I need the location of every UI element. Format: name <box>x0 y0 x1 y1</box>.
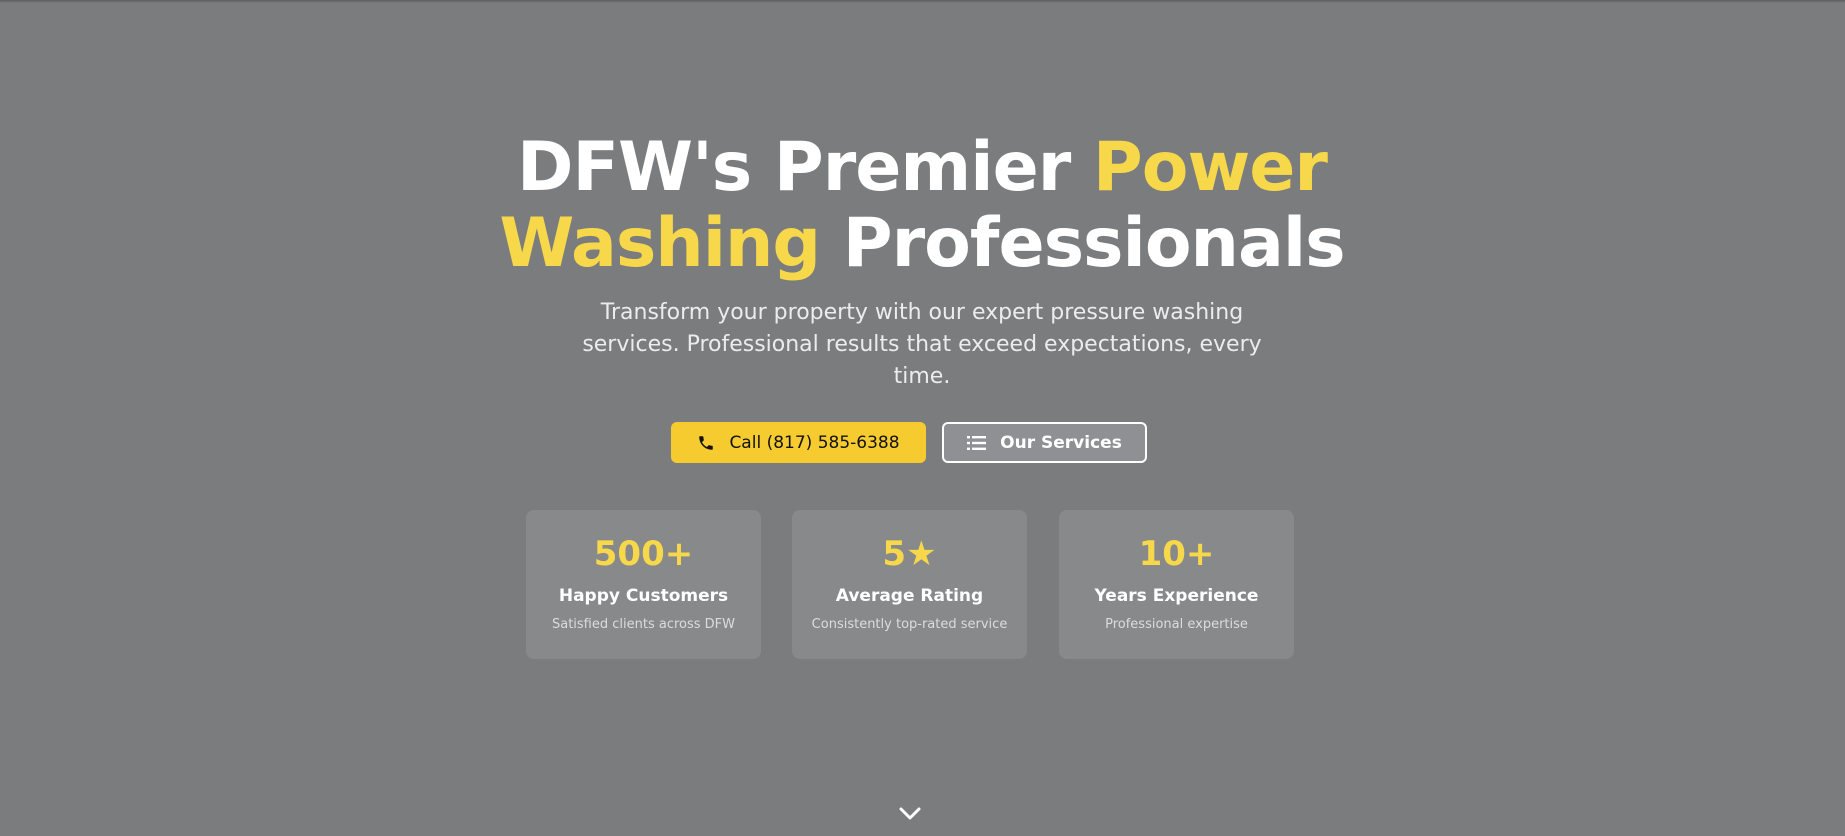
list-icon <box>967 435 987 451</box>
stat-label: Happy Customers <box>558 586 729 606</box>
stat-card-rating: 5★ Average Rating Consistently top-rated… <box>792 510 1027 659</box>
headline-part2: Professionals <box>820 204 1346 283</box>
headline-accent-washing: Washing <box>499 204 821 283</box>
call-button[interactable]: Call (817) 585-6388 <box>671 422 926 463</box>
stat-card-experience: 10+ Years Experience Professional expert… <box>1059 510 1294 659</box>
stat-value: 10+ <box>1138 534 1215 574</box>
stat-description: Satisfied clients across DFW <box>551 617 736 632</box>
stat-description: Professional expertise <box>1105 617 1248 632</box>
call-button-label: Call (817) 585-6388 <box>729 432 900 453</box>
hero-subtitle: Transform your property with our expert … <box>582 300 1262 389</box>
hero-headline: DFW's Premier Power Washing Professionals <box>422 130 1422 282</box>
stat-description: Consistently top-rated service <box>811 617 1008 632</box>
stat-card-customers: 500+ Happy Customers Satisfied clients a… <box>526 510 761 659</box>
stats-row: 500+ Happy Customers Satisfied clients a… <box>526 510 1294 659</box>
phone-icon <box>697 434 715 452</box>
chevron-down-icon[interactable] <box>898 806 922 822</box>
hero-section: DFW's Premier Power Washing Professionals… <box>0 0 1845 836</box>
services-button-label: Our Services <box>1000 432 1122 453</box>
headline-part1: DFW's Premier <box>517 128 1093 207</box>
stat-label: Years Experience <box>1094 586 1259 606</box>
stat-label: Average Rating <box>835 586 984 606</box>
headline-accent-power: Power <box>1092 128 1328 207</box>
stat-value: 500+ <box>593 534 694 574</box>
services-button[interactable]: Our Services <box>942 422 1147 463</box>
stat-value: 5★ <box>882 534 937 574</box>
